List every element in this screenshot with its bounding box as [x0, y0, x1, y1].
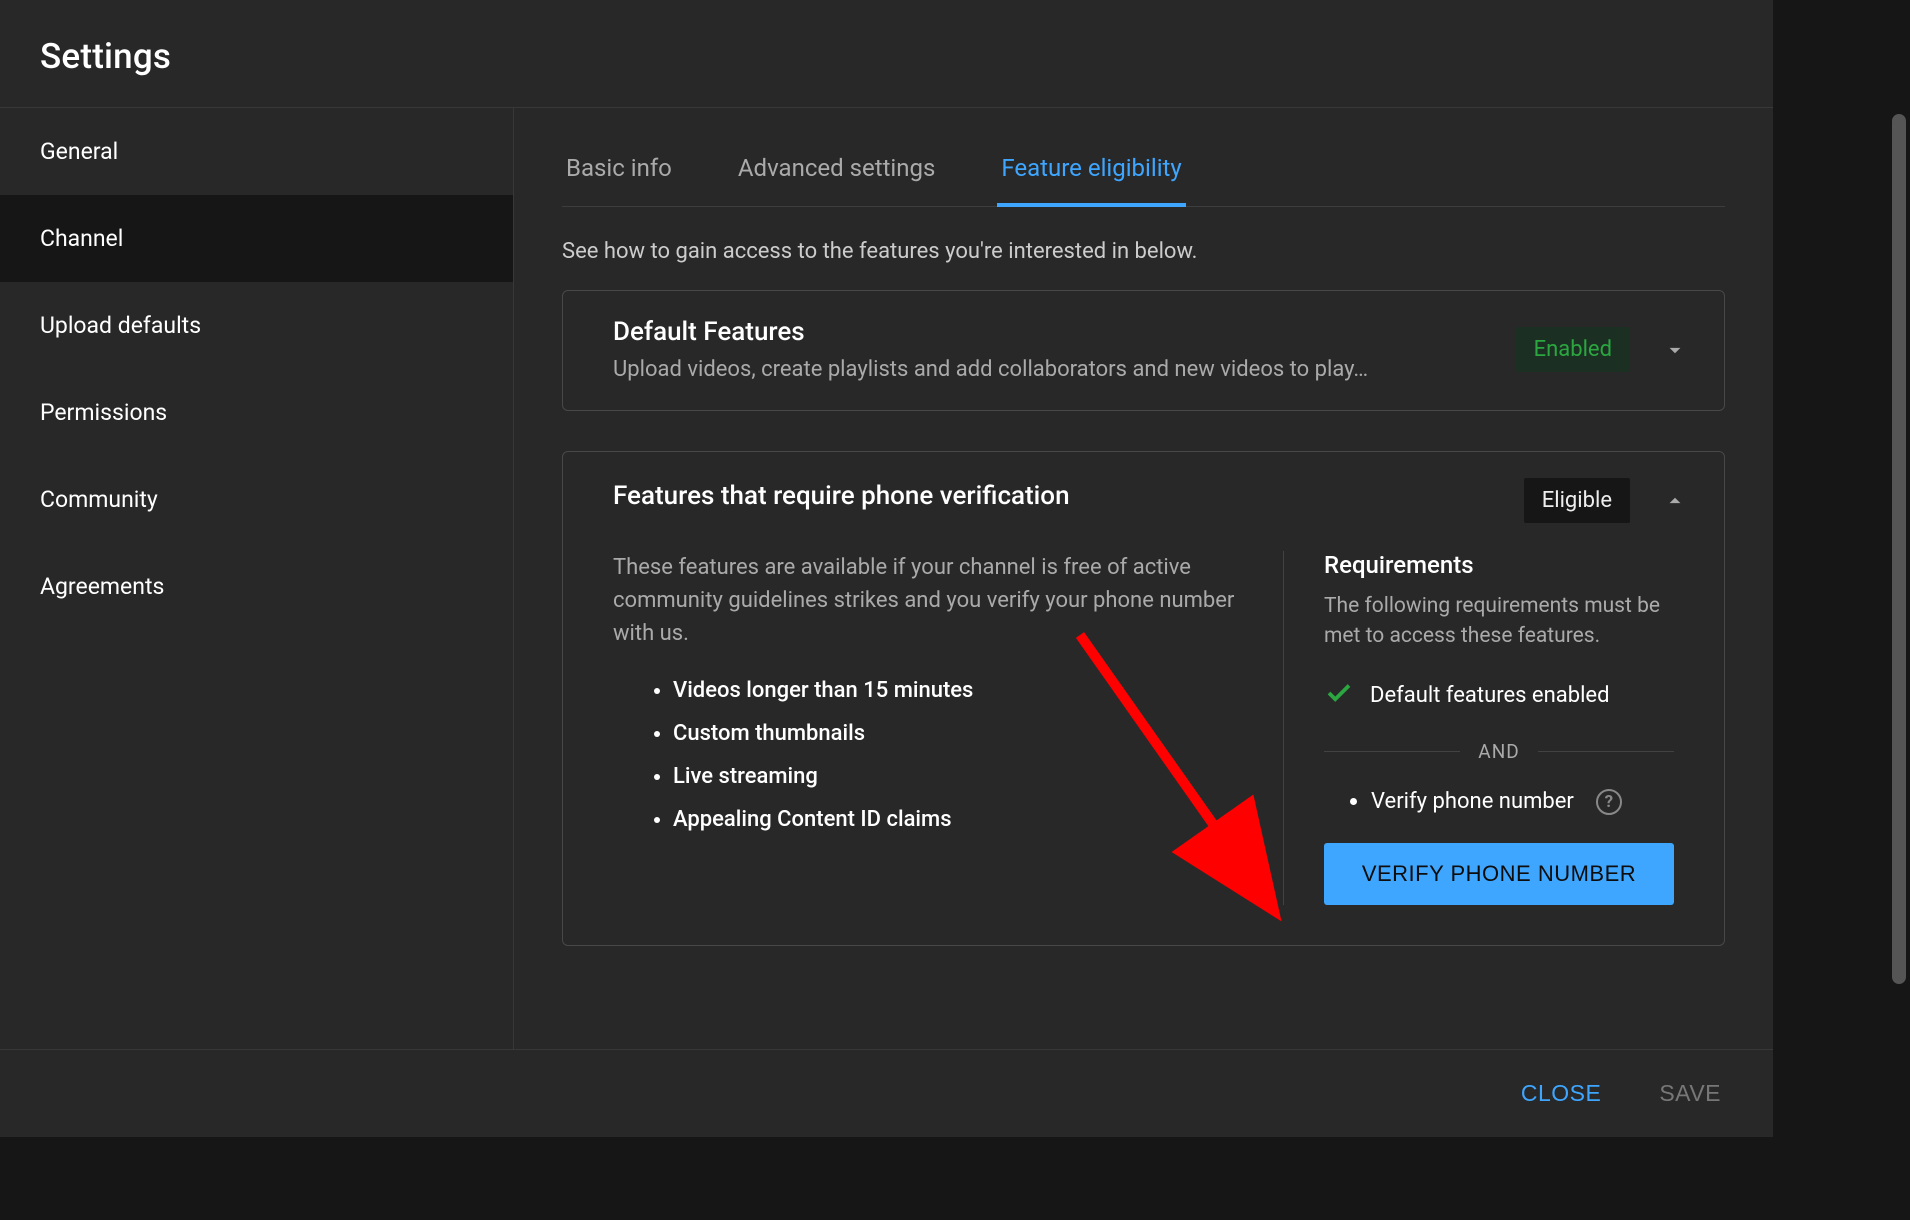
tab-feature-eligibility[interactable]: Feature eligibility: [997, 136, 1185, 206]
verify-phone-button[interactable]: VERIFY PHONE NUMBER: [1324, 843, 1674, 905]
checkmark-icon: [1324, 678, 1354, 714]
intro-text: See how to gain access to the features y…: [562, 207, 1725, 290]
phone-features-description: These features are available if your cha…: [613, 551, 1243, 650]
status-badge-enabled: Enabled: [1516, 327, 1630, 372]
content-area: Basic info Advanced settings Feature eli…: [514, 108, 1773, 1137]
requirement-met: Default features enabled: [1324, 678, 1674, 714]
modal-header: Settings: [0, 0, 1773, 108]
tab-basic-info[interactable]: Basic info: [562, 136, 676, 206]
bullet-icon: [1350, 798, 1357, 805]
scrollbar-thumb[interactable]: [1892, 114, 1906, 984]
settings-sidebar: General Channel Upload defaults Permissi…: [0, 108, 514, 1137]
sidebar-item-agreements[interactable]: Agreements: [0, 543, 513, 630]
and-separator: AND: [1324, 740, 1674, 763]
requirements-description: The following requirements must be met t…: [1324, 591, 1674, 652]
page-title: Settings: [40, 36, 1733, 77]
save-button[interactable]: SAVE: [1655, 1070, 1725, 1117]
tab-bar: Basic info Advanced settings Feature eli…: [562, 108, 1725, 207]
card-phone-title: Features that require phone verification: [613, 481, 1504, 511]
requirements-title: Requirements: [1324, 551, 1674, 579]
chevron-down-icon: [1660, 335, 1690, 365]
card-default-title: Default Features: [613, 317, 1496, 347]
chevron-up-icon: [1660, 486, 1690, 516]
tab-advanced-settings[interactable]: Advanced settings: [734, 136, 940, 206]
feature-item: Videos longer than 15 minutes: [673, 678, 1243, 703]
status-badge-eligible: Eligible: [1524, 478, 1630, 523]
modal-footer: CLOSE SAVE: [0, 1049, 1773, 1137]
requirement-pending: Verify phone number ?: [1324, 789, 1674, 815]
sidebar-item-upload-defaults[interactable]: Upload defaults: [0, 282, 513, 369]
feature-item: Live streaming: [673, 764, 1243, 789]
card-default-features: Default Features Upload videos, create p…: [562, 290, 1725, 411]
feature-list: Videos longer than 15 minutes Custom thu…: [613, 678, 1243, 832]
sidebar-item-general[interactable]: General: [0, 108, 513, 195]
card-default-features-header[interactable]: Default Features Upload videos, create p…: [563, 291, 1724, 410]
sidebar-item-permissions[interactable]: Permissions: [0, 369, 513, 456]
sidebar-item-community[interactable]: Community: [0, 456, 513, 543]
card-default-subtitle: Upload videos, create playlists and add …: [613, 357, 1496, 382]
settings-modal: Settings General Channel Upload defaults…: [0, 0, 1773, 1137]
feature-item: Custom thumbnails: [673, 721, 1243, 746]
close-button[interactable]: CLOSE: [1517, 1070, 1605, 1117]
card-phone-verification: Features that require phone verification…: [562, 451, 1725, 946]
feature-item: Appealing Content ID claims: [673, 807, 1243, 832]
help-icon[interactable]: ?: [1596, 789, 1622, 815]
sidebar-item-channel[interactable]: Channel: [0, 195, 513, 282]
card-phone-header[interactable]: Features that require phone verification…: [563, 452, 1724, 551]
